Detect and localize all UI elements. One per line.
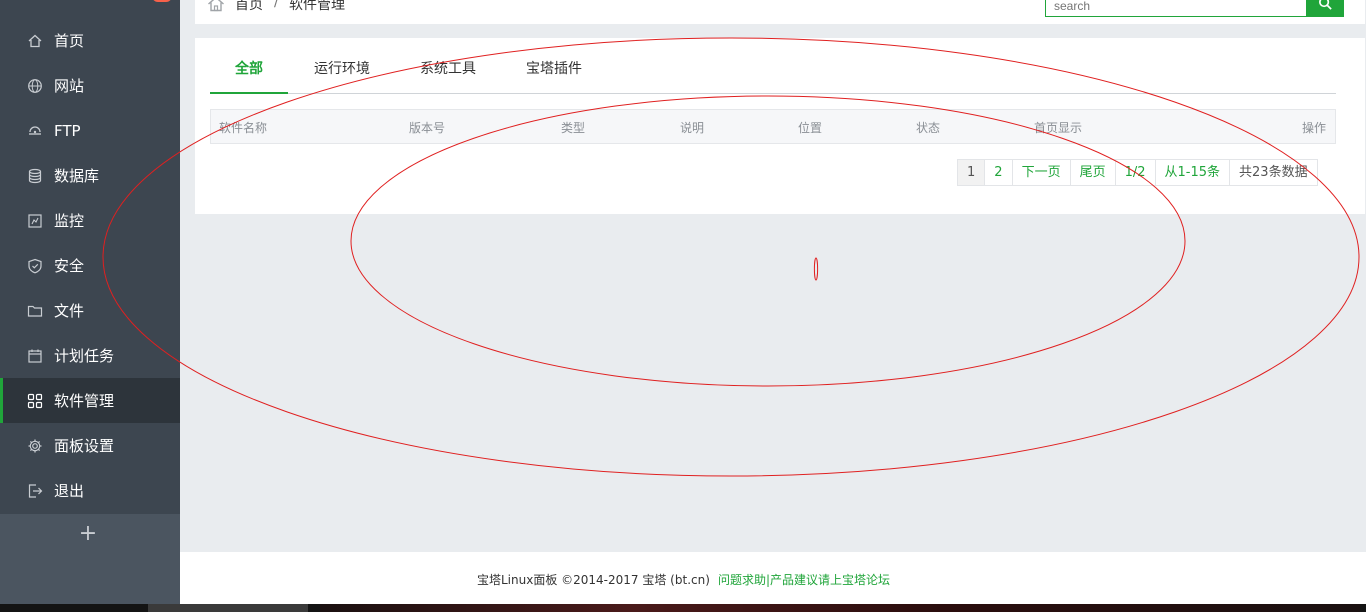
column-header: 软件名称 bbox=[219, 121, 268, 135]
globe-icon bbox=[27, 78, 43, 94]
column-header: 首页显示 bbox=[1034, 121, 1083, 135]
breadcrumb-home-icon[interactable] bbox=[207, 0, 225, 12]
search-icon bbox=[1318, 0, 1333, 15]
sidebar-item-label: 安全 bbox=[54, 257, 85, 275]
sidebar-item-cron[interactable]: 计划任务 bbox=[0, 333, 180, 378]
column-header: 版本号 bbox=[409, 121, 446, 135]
folder-icon bbox=[27, 303, 43, 319]
footer-copyright: 宝塔Linux面板 ©2014-2017 宝塔 (bt.cn) bbox=[477, 573, 710, 587]
shield-icon bbox=[27, 258, 43, 274]
category-tabs: 全部 运行环境 系统工具 宝塔插件 bbox=[210, 55, 1336, 94]
sidebar-item-label: 文件 bbox=[54, 302, 85, 320]
sidebar-item-label: FTP bbox=[54, 121, 81, 140]
breadcrumb-current: 软件管理 bbox=[289, 0, 345, 13]
sidebar-item-label: 面板设置 bbox=[54, 437, 115, 455]
sidebar-item-label: 计划任务 bbox=[54, 347, 115, 365]
search-button[interactable] bbox=[1306, 0, 1344, 17]
add-shortcut-button[interactable]: + bbox=[76, 522, 100, 546]
grid-icon bbox=[27, 393, 43, 409]
sidebar-item-home[interactable]: 首页 bbox=[0, 18, 180, 63]
sidebar: 首页 网站 FTP 数据库 监控 安全 文件 计划任务 软件管理 面板设置 退出… bbox=[0, 0, 180, 604]
calendar-icon bbox=[27, 348, 43, 364]
taskbar-background bbox=[320, 604, 1360, 612]
sidebar-item-security[interactable]: 安全 bbox=[0, 243, 180, 288]
tab-system-tools[interactable]: 系统工具 bbox=[409, 55, 487, 94]
sidebar-menu: 首页 网站 FTP 数据库 监控 安全 文件 计划任务 软件管理 面板设置 退出 bbox=[0, 0, 180, 514]
search-input[interactable] bbox=[1045, 0, 1307, 17]
ftp-icon bbox=[27, 123, 43, 139]
page-ratio: 1/2 bbox=[1116, 160, 1156, 185]
sidebar-item-label: 软件管理 bbox=[54, 392, 115, 410]
breadcrumb-home-link[interactable]: 首页 bbox=[235, 0, 263, 14]
sidebar-item-label: 监控 bbox=[54, 212, 85, 230]
sidebar-item-database[interactable]: 数据库 bbox=[0, 153, 180, 198]
tab-runtime[interactable]: 运行环境 bbox=[303, 55, 381, 94]
sidebar-item-label: 数据库 bbox=[54, 167, 100, 185]
next-page-button[interactable]: 下一页 bbox=[1013, 160, 1071, 185]
forum-link[interactable]: 问题求助|产品建议请上宝塔论坛 bbox=[718, 571, 890, 588]
pagination: 1 2 下一页 尾页 1/2 从1-15条 共23条数据 bbox=[957, 159, 1318, 186]
sidebar-item-label: 退出 bbox=[54, 482, 85, 500]
sidebar-item-logout[interactable]: 退出 bbox=[0, 468, 180, 513]
page-range: 从1-15条 bbox=[1156, 160, 1231, 185]
breadcrumb-separator: / bbox=[274, 0, 279, 10]
sidebar-item-label: 首页 bbox=[54, 32, 85, 50]
page-current: 1 bbox=[958, 160, 986, 185]
logout-icon bbox=[27, 483, 43, 499]
column-header: 操作 bbox=[1302, 121, 1327, 135]
column-header: 说明 bbox=[680, 121, 705, 135]
notification-badge[interactable] bbox=[152, 0, 172, 2]
column-header: 类型 bbox=[561, 121, 586, 135]
sidebar-item-files[interactable]: 文件 bbox=[0, 288, 180, 333]
tab-bt-plugins[interactable]: 宝塔插件 bbox=[515, 55, 593, 94]
sidebar-item-label: 网站 bbox=[54, 77, 85, 95]
sidebar-item-ftp[interactable]: FTP bbox=[0, 108, 180, 153]
breadcrumb: 首页 / 软件管理 bbox=[195, 0, 1365, 24]
monitor-icon bbox=[27, 213, 43, 229]
footer: 宝塔Linux面板 ©2014-2017 宝塔 (bt.cn) 问题求助|产品建… bbox=[180, 552, 1366, 604]
column-header: 位置 bbox=[798, 121, 823, 135]
software-panel: 全部 运行环境 系统工具 宝塔插件 软件名称 版本号 类型 说明 位置 状态 首… bbox=[195, 38, 1365, 214]
total-count: 共23条数据 bbox=[1239, 165, 1308, 180]
sidebar-item-software[interactable]: 软件管理 bbox=[0, 378, 180, 423]
sidebar-item-monitor[interactable]: 监控 bbox=[0, 198, 180, 243]
page-link-2[interactable]: 2 bbox=[985, 160, 1013, 185]
table-header: 软件名称 版本号 类型 说明 位置 状态 首页显示 操作 bbox=[210, 109, 1336, 144]
gear-icon bbox=[27, 438, 43, 454]
taskbar-window-button[interactable] bbox=[148, 604, 308, 612]
annotation-ellipse-center bbox=[813, 257, 819, 281]
database-icon bbox=[27, 168, 43, 184]
column-header: 状态 bbox=[916, 121, 941, 135]
tab-all[interactable]: 全部 bbox=[210, 55, 288, 94]
last-page-button[interactable]: 尾页 bbox=[1071, 160, 1116, 185]
home-icon bbox=[27, 33, 43, 49]
sidebar-item-website[interactable]: 网站 bbox=[0, 63, 180, 108]
sidebar-item-settings[interactable]: 面板设置 bbox=[0, 423, 180, 468]
